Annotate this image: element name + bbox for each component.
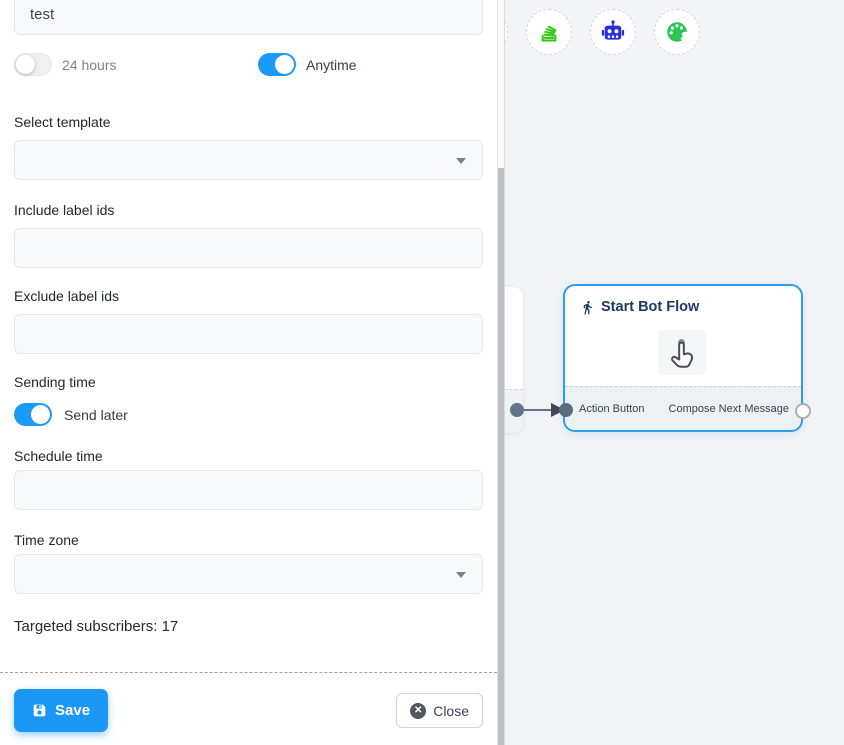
save-button-label: Save <box>55 702 90 719</box>
close-button[interactable]: ✕ Close <box>396 693 483 728</box>
availability-toggle-row: 24 hours Anytime <box>14 53 483 76</box>
action-button-port-label[interactable]: Action Button <box>579 403 644 415</box>
save-icon <box>32 703 47 718</box>
toggle-anytime-switch[interactable] <box>258 53 296 76</box>
close-button-label: Close <box>433 703 469 719</box>
sending-time-label: Sending time <box>14 372 483 392</box>
node-preview <box>658 330 706 375</box>
campaign-settings-panel: 24 hours Anytime Select template Include… <box>0 0 497 745</box>
targeted-subscribers-count: 17 <box>162 618 179 635</box>
schedule-time-label: Schedule time <box>14 446 483 466</box>
toggle-24-hours[interactable]: 24 hours <box>14 53 116 76</box>
scrollbar-thumb[interactable] <box>498 168 504 745</box>
bot-tool-button[interactable] <box>590 9 636 55</box>
node-footer: Action Button Compose Next Message <box>565 386 801 430</box>
toggle-anytime[interactable]: Anytime <box>258 53 357 76</box>
targeted-subscribers-text: Targeted subscribers: 17 <box>14 618 483 635</box>
time-zone-select[interactable] <box>14 554 483 594</box>
compose-next-message-port-label[interactable]: Compose Next Message <box>669 403 789 415</box>
node-header: Start Bot Flow <box>565 286 801 315</box>
campaign-name-input[interactable] <box>14 0 483 35</box>
chevron-down-icon <box>456 158 466 164</box>
stack-tool-button[interactable] <box>526 9 572 55</box>
chevron-down-icon <box>456 572 466 578</box>
send-later-switch[interactable] <box>14 403 52 426</box>
start-bot-flow-node[interactable]: Start Bot Flow Action Button Compose Nex… <box>563 284 803 432</box>
connector-edge <box>505 396 579 424</box>
time-zone-label: Time zone <box>14 530 483 550</box>
close-icon: ✕ <box>410 703 426 719</box>
palette-icon <box>664 19 690 45</box>
toggle-24-hours-switch[interactable] <box>14 53 52 76</box>
panel-footer: Save ✕ Close <box>0 672 497 732</box>
send-later-toggle[interactable]: Send later <box>14 403 483 426</box>
node-title: Start Bot Flow <box>601 299 699 315</box>
select-template-label: Select template <box>14 112 483 132</box>
send-later-label: Send later <box>64 407 128 423</box>
panel-scrollbar[interactable] <box>497 0 505 745</box>
toggle-anytime-label: Anytime <box>306 57 357 73</box>
robot-icon <box>600 19 626 45</box>
stack-icon <box>537 20 561 44</box>
template-select[interactable] <box>14 140 483 180</box>
toggle-24-hours-label: 24 hours <box>62 57 116 73</box>
include-label-ids-input[interactable] <box>14 228 483 268</box>
exclude-label-ids-input[interactable] <box>14 314 483 354</box>
save-button[interactable]: Save <box>14 689 108 732</box>
output-port[interactable] <box>795 403 811 419</box>
include-label-ids-label: Include label ids <box>14 200 483 220</box>
palette-tool-button[interactable] <box>654 9 700 55</box>
targeted-subscribers-label: Targeted subscribers: <box>14 618 157 635</box>
hand-pointer-icon <box>665 336 699 370</box>
exclude-label-ids-label: Exclude label ids <box>14 286 483 306</box>
schedule-time-input[interactable] <box>14 470 483 510</box>
walking-person-icon <box>580 300 595 315</box>
